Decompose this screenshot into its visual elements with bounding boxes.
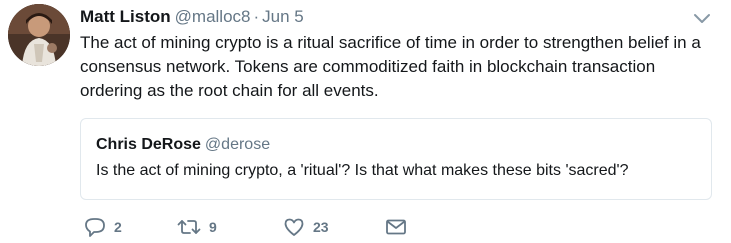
reply-count: 2	[114, 219, 122, 235]
retweet-count: 9	[209, 219, 217, 235]
quoted-author-display-name: Chris DeRose	[96, 136, 201, 153]
quoted-author-handle: @derose	[204, 136, 271, 153]
reply-icon	[85, 218, 105, 237]
author-handle[interactable]: @malloc8	[175, 7, 251, 26]
retweet-icon	[177, 220, 201, 234]
like-count: 23	[313, 219, 329, 235]
direct-message-button[interactable]	[385, 214, 407, 240]
quoted-tweet-header: Chris DeRose @derose	[96, 134, 270, 156]
header-separator: ·	[253, 7, 260, 26]
quoted-tweet-text: Is the act of mining crypto, a 'ritual'?…	[96, 162, 629, 179]
heart-icon	[284, 218, 304, 236]
tweet-actions: 2 9 23	[80, 214, 720, 240]
tweet-date[interactable]: Jun 5	[262, 7, 304, 26]
tweet-card: Matt Liston @malloc8 · Jun 5 The act of min…	[0, 0, 731, 243]
tweet-text: The act of mining crypto is a ritual sac…	[80, 33, 701, 100]
quoted-tweet[interactable]: Chris DeRose @derose Is the act of mining…	[80, 118, 712, 200]
like-button[interactable]: 23	[283, 214, 329, 240]
avatar[interactable]	[8, 4, 70, 66]
retweet-button[interactable]: 9	[177, 214, 217, 240]
reply-button[interactable]: 2	[84, 214, 122, 240]
envelope-icon	[386, 219, 406, 235]
author-display-name[interactable]: Matt Liston	[80, 7, 171, 26]
chevron-down-icon[interactable]	[693, 12, 711, 26]
avatar-image	[8, 4, 70, 66]
tweet-header: Matt Liston @malloc8 · Jun 5	[80, 5, 304, 29]
